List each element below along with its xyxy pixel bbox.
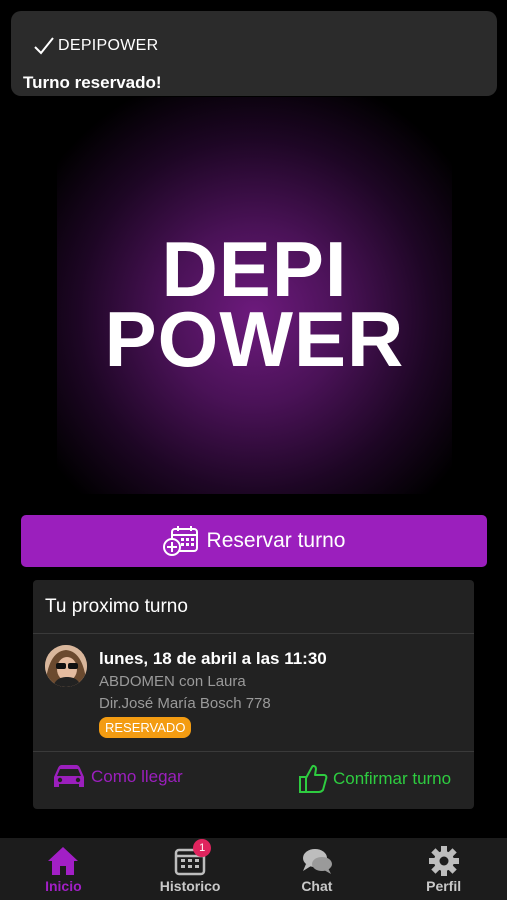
thumbs-up-icon [299,764,328,793]
appointment-service: ABDOMEN con Laura [99,673,246,690]
gear-icon [428,846,459,876]
nav-item-perfil[interactable]: Perfil [380,838,507,900]
appointment-address: Dir.José María Bosch 778 [99,695,271,712]
next-appointment-card: Tu proximo turno lunes, 18 de abril a la… [33,580,474,809]
appointment-date: lunes, 18 de abril a las 11:30 [99,649,327,668]
calendar-add-icon [162,526,198,556]
reserve-button-label: Reservar turno [206,529,346,552]
logo-line-2: POWER [104,295,405,383]
toast-notification: DEPIPOWER Turno reservado! [11,11,497,96]
toast-message: Turno reservado! [23,73,162,92]
car-icon [54,765,84,787]
chat-icon [302,849,332,874]
nav-item-historico[interactable]: 1 Historico [127,838,254,900]
card-title: Tu proximo turno [45,596,188,617]
avatar [45,645,87,687]
status-badge: RESERVADO [99,717,192,738]
nav-label: Chat [301,878,333,894]
nav-item-chat[interactable]: Chat [254,838,381,900]
nav-label: Historico [159,878,221,894]
nav-label: Inicio [45,878,82,894]
divider [33,633,474,634]
how-to-get-button[interactable]: Como llegar [51,763,183,791]
nav-item-inicio[interactable]: Inicio [0,838,127,900]
confirm-appointment-button[interactable]: Confirmar turno [297,763,451,795]
nav-label: Perfil [426,878,462,894]
divider [33,751,474,752]
confirm-label: Confirmar turno [333,769,452,788]
toast-app-name: DEPIPOWER [58,37,159,54]
check-icon [34,37,54,55]
brand-logo: DEPI POWER [57,97,452,494]
home-icon [48,847,79,875]
reserve-appointment-button[interactable]: Reservar turno [21,515,487,567]
bottom-navigation: Inicio 1 Historico Chat Perfil [0,838,507,900]
how-to-get-label: Como llegar [91,767,183,786]
notification-badge: 1 [193,839,212,857]
